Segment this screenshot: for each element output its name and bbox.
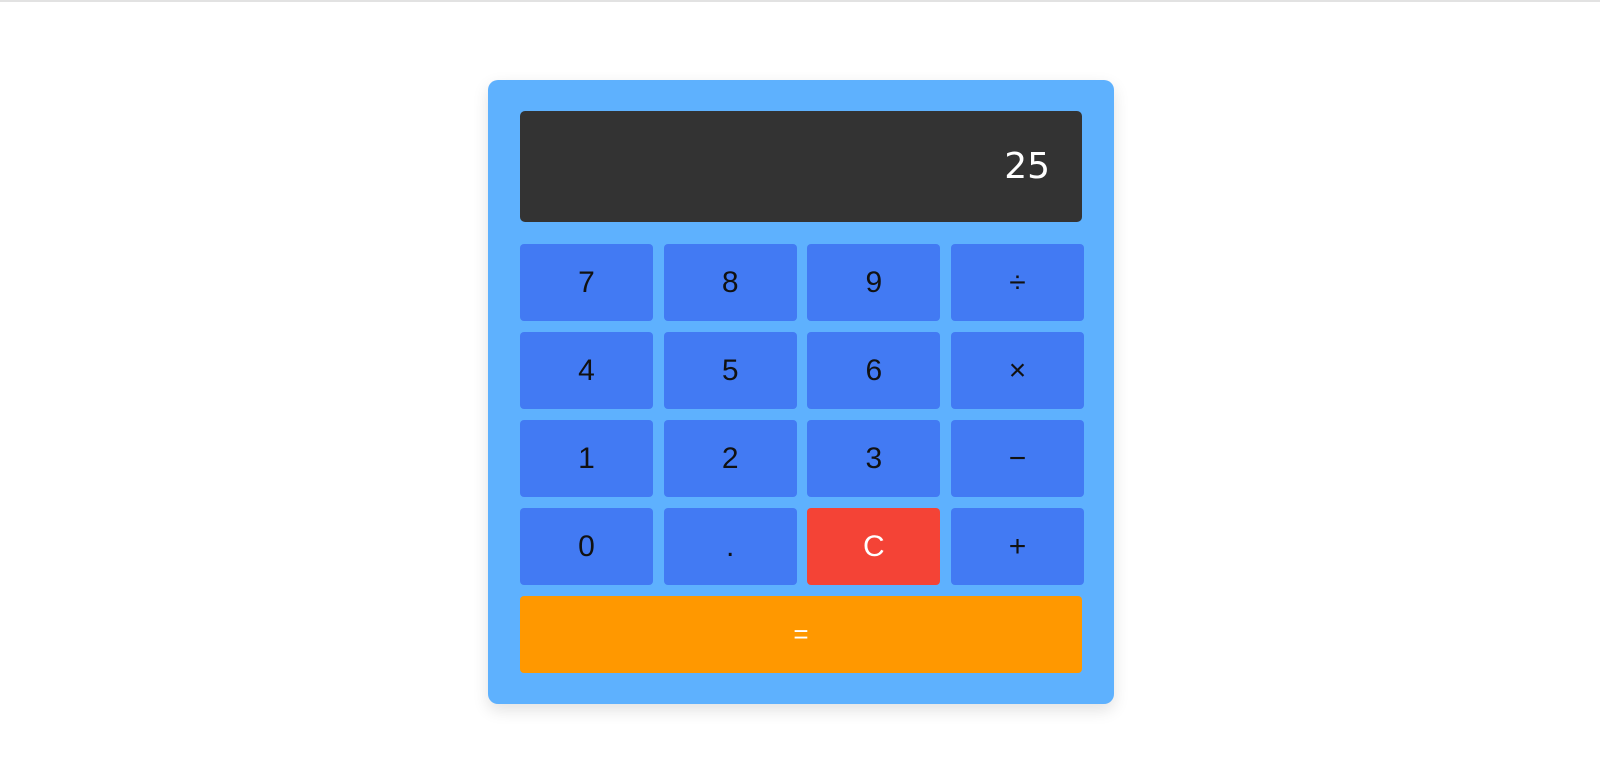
key-6[interactable]: 6 <box>807 332 941 409</box>
equals-button[interactable]: = <box>520 596 1082 673</box>
key-7[interactable]: 7 <box>520 244 653 321</box>
decimal-button[interactable]: . <box>663 508 797 585</box>
key-3[interactable]: 3 <box>807 420 941 497</box>
key-5[interactable]: 5 <box>663 332 797 409</box>
calculator: 25 7 8 9 ÷ 4 5 6 × 1 2 3 − 0 . C + = <box>488 80 1114 704</box>
key-4[interactable]: 4 <box>520 332 653 409</box>
key-9[interactable]: 9 <box>807 244 941 321</box>
key-1[interactable]: 1 <box>520 420 653 497</box>
top-border <box>0 0 1600 2</box>
calculator-display: 25 <box>520 111 1082 222</box>
add-button[interactable]: + <box>950 508 1084 585</box>
clear-button[interactable]: C <box>807 508 941 585</box>
key-2[interactable]: 2 <box>663 420 797 497</box>
key-0[interactable]: 0 <box>520 508 653 585</box>
multiply-button[interactable]: × <box>950 332 1084 409</box>
divide-button[interactable]: ÷ <box>950 244 1084 321</box>
key-8[interactable]: 8 <box>663 244 797 321</box>
keypad: 7 8 9 ÷ 4 5 6 × 1 2 3 − 0 . C + <box>520 244 1084 585</box>
subtract-button[interactable]: − <box>950 420 1084 497</box>
